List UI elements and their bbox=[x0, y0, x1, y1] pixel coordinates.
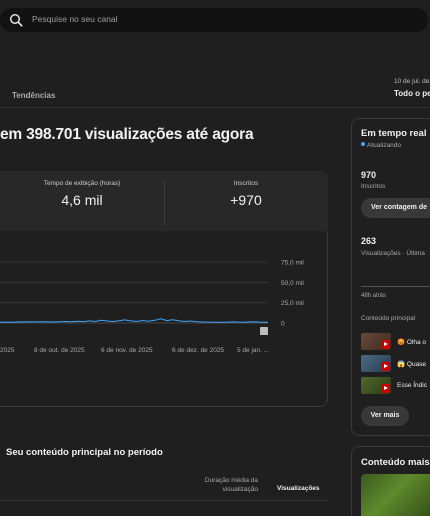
y-tick-label: 0 bbox=[281, 321, 285, 328]
table-divider bbox=[0, 500, 328, 501]
search-input[interactable]: Pesquise no seu canal bbox=[32, 14, 118, 24]
section-title: Seu conteúdo principal no período bbox=[6, 447, 163, 458]
realtime-status: Atualizando bbox=[361, 142, 401, 149]
y-tick-label: 75,0 mil bbox=[281, 260, 304, 267]
list-item[interactable]: Esse Índic bbox=[361, 377, 430, 394]
realtime-views-value: 263 bbox=[361, 236, 377, 246]
live-dot-icon bbox=[361, 142, 365, 146]
column-header-avg-duration[interactable]: Duração média da visualização bbox=[196, 476, 258, 494]
realtime-chart-baseline bbox=[361, 286, 430, 287]
metric-value: 4,6 mil bbox=[61, 192, 103, 208]
page-headline: em 398.701 visualizações até agora bbox=[0, 126, 254, 143]
metric-value: +970 bbox=[230, 192, 262, 208]
realtime-views-label: Visualizações · Última bbox=[361, 250, 425, 257]
realtime-card: Em tempo real Atualizando 970 Inscritos … bbox=[351, 118, 430, 436]
video-title: 😱 Quase bbox=[397, 361, 427, 368]
metrics-row: Tempo de exibição (horas) 4,6 mil Inscri… bbox=[0, 171, 328, 231]
x-tick-label: 6 de nov. de 2025 bbox=[101, 347, 153, 354]
metric-label: Tempo de exibição (horas) bbox=[43, 180, 121, 187]
realtime-subs-label: Inscritos bbox=[361, 183, 386, 190]
column-header-views[interactable]: Visualizações bbox=[277, 485, 320, 492]
metric-label: Inscritos bbox=[233, 180, 259, 187]
list-item[interactable]: 😡 Olha o bbox=[361, 333, 430, 350]
top-bar: Pesquise no seu canal bbox=[0, 0, 430, 40]
x-tick-label: 6 de dez. de 2025 bbox=[172, 347, 224, 354]
search-icon bbox=[9, 13, 23, 27]
views-line-chart[interactable]: 0 25,0 mil 50,0 mil 75,0 mil 2025 8 de out. d… bbox=[0, 231, 328, 407]
date-range-selector[interactable]: Todo o pe bbox=[394, 89, 430, 98]
live-count-button[interactable]: Ver contagem de bbox=[361, 198, 430, 218]
realtime-status-text: Atualizando bbox=[367, 142, 401, 149]
see-more-button[interactable]: Ver mais bbox=[361, 406, 409, 426]
x-tick-label: 8 de out. de 2025 bbox=[34, 347, 85, 354]
video-title: 😡 Olha o bbox=[397, 339, 427, 346]
list-item[interactable]: 😱 Quase bbox=[361, 355, 430, 372]
realtime-hours-ago: 48h atrás bbox=[361, 293, 387, 299]
video-title: Esse Índic bbox=[397, 382, 427, 389]
metric-watch-time[interactable]: Tempo de exibição (horas) 4,6 mil bbox=[0, 171, 164, 231]
video-play-icon bbox=[381, 384, 390, 393]
date-range-dates: 10 de jul. de bbox=[394, 78, 430, 85]
x-tick-label: 5 de jan. ... bbox=[237, 347, 269, 354]
video-play-icon bbox=[381, 340, 390, 349]
views-series-line[interactable] bbox=[0, 318, 269, 323]
metric-subscribers[interactable]: Inscritos +970 bbox=[164, 171, 328, 231]
annotation-marker-icon[interactable] bbox=[260, 327, 268, 335]
views-chart-panel: 0 25,0 mil 50,0 mil 75,0 mil 2025 8 de out. d… bbox=[0, 231, 328, 407]
top-content-label: Conteúdo principal bbox=[361, 315, 416, 322]
tab-trends[interactable]: Tendências bbox=[12, 91, 55, 100]
top-content-title: Conteúdo mais bbox=[361, 457, 430, 468]
video-thumbnail[interactable] bbox=[361, 474, 430, 516]
y-tick-label: 25,0 mil bbox=[281, 300, 304, 307]
realtime-title: Em tempo real bbox=[361, 128, 427, 139]
y-tick-label: 50,0 mil bbox=[281, 280, 304, 287]
top-content-card: Conteúdo mais bbox=[351, 446, 430, 516]
x-tick-label: 2025 bbox=[0, 347, 15, 354]
realtime-subs-value: 970 bbox=[361, 170, 377, 180]
video-play-icon bbox=[381, 362, 390, 371]
sub-navigation bbox=[0, 40, 430, 108]
search-bar[interactable]: Pesquise no seu canal bbox=[0, 8, 428, 32]
